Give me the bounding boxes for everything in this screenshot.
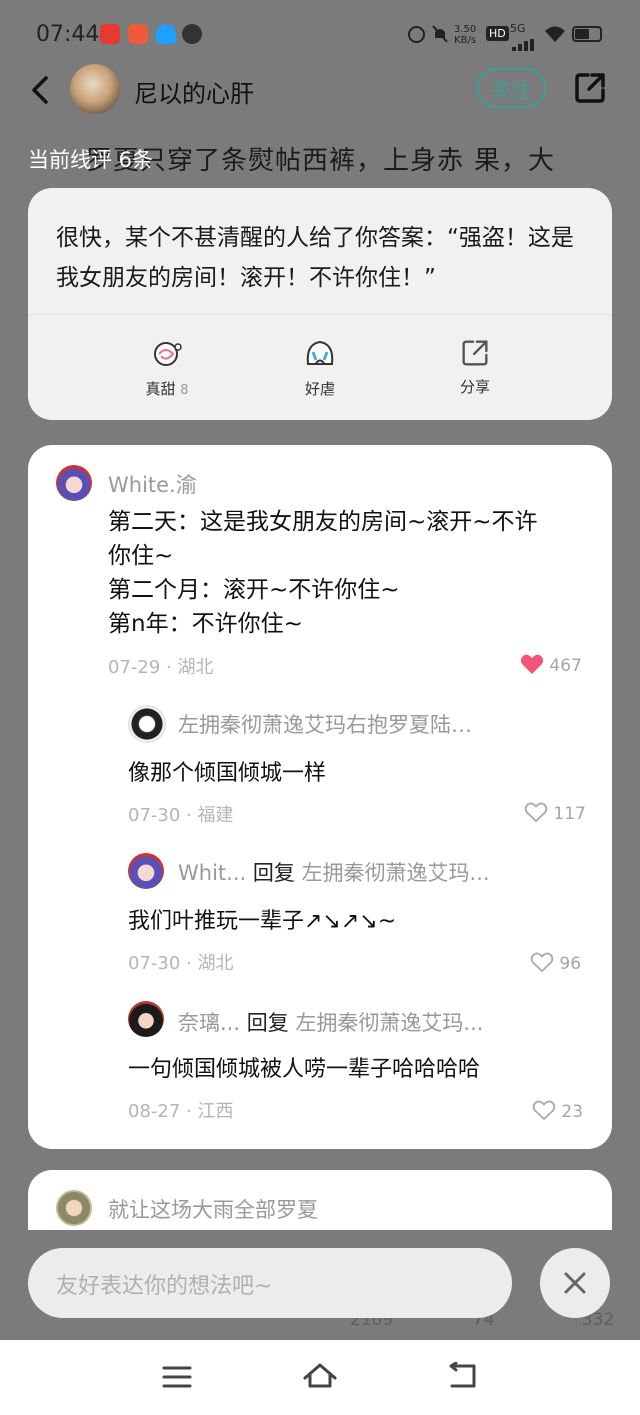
author-name[interactable]: 尼以的心肝	[134, 74, 254, 109]
lollipop-icon	[154, 342, 182, 366]
heart-outline-icon	[524, 802, 548, 823]
reply-text: 我们叶推玩一辈子↗↘↗↘~	[128, 909, 397, 934]
mute-icon	[432, 24, 448, 44]
user-avatar[interactable]	[56, 1190, 92, 1226]
like-button[interactable]: 96	[530, 951, 581, 974]
hd-badge: HD	[486, 26, 509, 41]
next-comment-card: 就让这场大雨全部罗夏	[28, 1170, 612, 1230]
back-nav-button[interactable]	[446, 1361, 478, 1394]
status-time: 07:44	[36, 22, 100, 47]
alarm-icon	[408, 26, 425, 43]
return-icon	[449, 1361, 476, 1388]
bird-icon	[156, 24, 176, 44]
back-button[interactable]	[24, 70, 60, 110]
wifi-icon	[544, 24, 566, 48]
app-icon	[128, 24, 148, 44]
author-avatar[interactable]	[70, 64, 120, 114]
comment-text: 第二天：这是我女朋友的房间~滚开~不许 你住~ 第二个月：滚开~不许你住~ 第n…	[108, 509, 538, 637]
heart-outline-icon	[532, 1100, 556, 1121]
back-arrow-icon	[32, 76, 48, 104]
divider	[28, 314, 612, 315]
quote-text: 很快，某个不甚清醒的人给了你答案：“强盗！这是我女朋友的房间！滚开！不许你住！”	[56, 225, 574, 291]
heart-outline-icon	[530, 952, 554, 973]
battery-icon	[572, 26, 602, 42]
menu-button[interactable]	[162, 1364, 192, 1394]
sweet-button[interactable]: 真甜 8	[122, 336, 212, 399]
comment-count-label: 当前线评 6条	[28, 148, 154, 172]
crying-face-icon	[306, 340, 334, 365]
quote-card: 很快，某个不甚清醒的人给了你答案：“强盗！这是我女朋友的房间！滚开！不许你住！”…	[28, 188, 612, 420]
input-placeholder: 友好表达你的想法吧~	[56, 1274, 273, 1299]
share-icon	[575, 73, 605, 103]
reply-header: 奈璃... 回复 左拥秦彻萧逸艾玛...	[178, 1011, 484, 1035]
user-avatar[interactable]	[128, 1001, 164, 1037]
reply-meta: 07-30 · 湖北	[128, 953, 234, 974]
reply-meta: 07-30 · 福建	[128, 805, 234, 826]
comment-card: White.渝 第二天：这是我女朋友的房间~滚开~不许 你住~ 第二个月：滚开~…	[28, 445, 612, 1149]
home-button[interactable]	[302, 1362, 338, 1394]
share-icon	[462, 340, 488, 366]
reply-text: 像那个倾国倾城一样	[128, 761, 327, 786]
reply-username[interactable]: 左拥秦彻萧逸艾玛右抱罗夏陆…	[178, 709, 472, 739]
reply-username[interactable]: 奈璃...	[178, 1011, 240, 1035]
system-nav-bar	[0, 1340, 640, 1415]
reply-meta: 08-27 · 江西	[128, 1101, 234, 1122]
comment-username[interactable]: White.渝	[108, 469, 197, 499]
heart-filled-icon	[520, 654, 544, 674]
user-avatar[interactable]	[56, 465, 92, 501]
comment-meta: 07-29 · 湖北	[108, 657, 214, 678]
comment-input[interactable]: 友好表达你的想法吧~	[28, 1248, 512, 1318]
menu-icon	[162, 1366, 192, 1388]
sad-button[interactable]: 好虐	[275, 336, 365, 399]
like-button[interactable]: 117	[524, 801, 586, 824]
share-quote-button[interactable]: 分享	[430, 336, 520, 397]
reply-header: Whit... 回复 左拥秦彻萧逸艾玛...	[178, 861, 490, 885]
like-button[interactable]: 23	[532, 1099, 583, 1122]
comment-username[interactable]: 就让这场大雨全部罗夏	[108, 1194, 318, 1224]
article-text-dimmed: 罗夏只穿了条熨帖西裤，上身赤 果，大	[86, 146, 556, 176]
follow-button[interactable]: 关注	[476, 68, 546, 108]
media-icon	[182, 24, 202, 44]
user-avatar[interactable]	[128, 853, 164, 889]
share-button[interactable]	[572, 70, 608, 106]
signal-icon	[512, 32, 536, 56]
close-icon	[564, 1272, 586, 1294]
reply-target[interactable]: 左拥秦彻萧逸艾玛...	[295, 1011, 483, 1035]
reply-text: 一句倾国倾城被人唠一辈子哈哈哈哈	[128, 1057, 481, 1082]
home-icon	[303, 1363, 337, 1388]
reply-username[interactable]: Whit...	[178, 861, 246, 885]
status-bar: 07:44 3.50 KB/s HD 5G	[0, 0, 640, 68]
reply-target[interactable]: 左拥秦彻萧逸艾玛...	[302, 861, 490, 885]
like-button[interactable]: 467	[520, 653, 582, 676]
weibo-icon	[100, 24, 120, 44]
close-button[interactable]	[540, 1248, 610, 1318]
user-avatar[interactable]	[128, 705, 166, 743]
network-speed: 3.50 KB/s	[454, 24, 477, 46]
